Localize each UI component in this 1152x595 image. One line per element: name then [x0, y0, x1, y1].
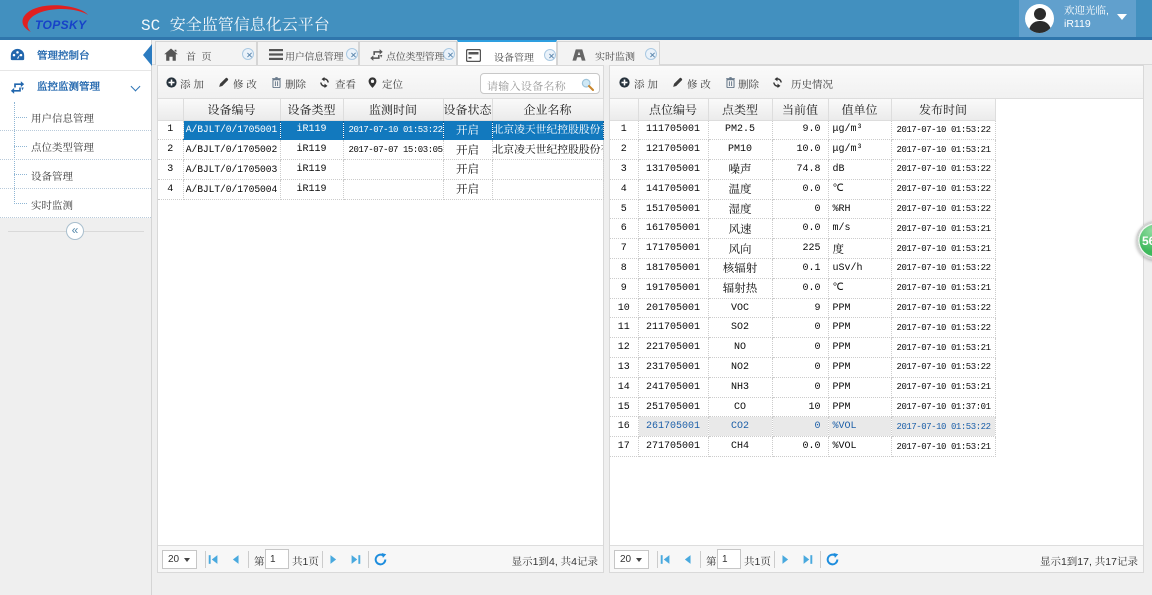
svg-text:TOPSKY: TOPSKY [35, 18, 87, 32]
